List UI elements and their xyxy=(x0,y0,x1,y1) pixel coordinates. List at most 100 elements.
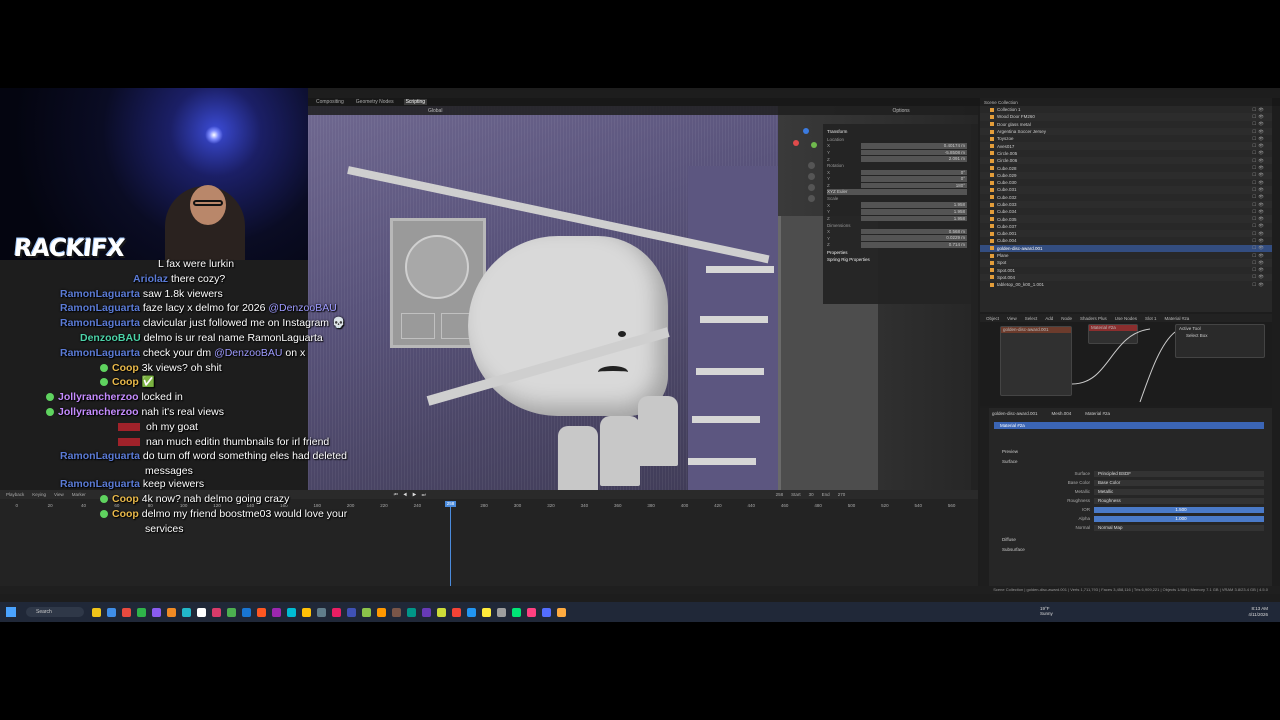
keying-menu[interactable]: Keying xyxy=(32,492,46,497)
location-x-field[interactable]: 0.40174 m xyxy=(861,143,967,149)
taskbar-app-icon[interactable] xyxy=(302,607,311,617)
visibility-icon[interactable]: ☐👁 xyxy=(1252,253,1272,259)
head-sculpture[interactable] xyxy=(468,236,668,416)
rotation-z-field[interactable]: 180° xyxy=(861,182,967,189)
start-frame-field[interactable]: 30 xyxy=(809,492,814,497)
windows-start-icon[interactable] xyxy=(6,607,16,617)
outliner-item[interactable]: Cube.029 ☐👁 xyxy=(980,171,1272,179)
visibility-icon[interactable]: ☐👁 xyxy=(1252,216,1272,222)
taskbar-app-icon[interactable] xyxy=(497,607,506,617)
playhead[interactable] xyxy=(450,501,451,586)
tab-scripting[interactable]: Scripting xyxy=(403,99,428,105)
visibility-icon[interactable]: ☐👁 xyxy=(1252,180,1272,186)
playhead-frame[interactable]: 258 xyxy=(445,501,456,507)
taskbar-app-icon[interactable] xyxy=(182,607,191,617)
shaders-plus-menu[interactable]: Shaders Plus xyxy=(1080,316,1107,321)
slot-select[interactable]: Slot 1 xyxy=(1145,316,1157,321)
visibility-icon[interactable]: ☐👁 xyxy=(1252,172,1272,178)
visibility-icon[interactable]: ☐👁 xyxy=(1252,209,1272,215)
select-box-tool[interactable]: Select Box xyxy=(1176,332,1264,339)
visibility-icon[interactable]: ☐👁 xyxy=(1252,107,1272,113)
preview-panel[interactable]: Preview xyxy=(994,448,1264,455)
scale-z-field[interactable]: 1.958 xyxy=(861,215,967,222)
transform-orientation[interactable]: Global xyxy=(428,108,442,114)
dimensions-x-field[interactable]: 0.568 m xyxy=(861,228,967,235)
taskbar-app-icon[interactable] xyxy=(152,607,161,617)
property-value[interactable]: Metallic xyxy=(1094,488,1264,495)
taskbar-app-icon[interactable] xyxy=(542,607,551,617)
taskbar-app-icon[interactable] xyxy=(167,607,176,617)
select-menu[interactable]: Select xyxy=(1025,316,1038,321)
sidebar-n-panel[interactable]: Transform Location X 0.40174 m Y -5.8508 m… xyxy=(823,124,971,304)
playback-menu[interactable]: Playback xyxy=(6,492,24,497)
taskbar-app-icon[interactable] xyxy=(122,607,131,617)
weather-widget[interactable]: 19°F Sunny xyxy=(1040,606,1053,616)
scale-y-field[interactable]: 1.958 xyxy=(861,209,967,215)
use-nodes-toggle[interactable]: Use Nodes xyxy=(1115,316,1137,321)
property-value[interactable]: 1.500 xyxy=(1094,506,1264,513)
outliner-item[interactable]: Plane ☐👁 xyxy=(980,252,1272,259)
outliner-item[interactable]: Spot.001 ☐👁 xyxy=(980,267,1272,274)
visibility-icon[interactable]: ☐👁 xyxy=(1252,129,1272,135)
taskbar-app-icon[interactable] xyxy=(92,607,101,617)
taskbar-app-icon[interactable] xyxy=(467,607,476,617)
properties-tabs[interactable] xyxy=(980,408,989,588)
taskbar-search[interactable]: Search xyxy=(26,607,84,617)
visibility-icon[interactable]: ☐👁 xyxy=(1252,282,1272,288)
outliner-item[interactable]: Cube.001 ☐👁 xyxy=(980,230,1272,238)
taskbar-app-icon[interactable] xyxy=(362,607,371,617)
visibility-icon[interactable]: ☐👁 xyxy=(1252,194,1272,200)
3d-viewport[interactable]: Global Options Transform Location X 0.401… xyxy=(308,106,978,490)
principled-node[interactable]: golden-disc-award.001 xyxy=(1000,326,1072,396)
location-z-field[interactable]: 2.091 m xyxy=(861,156,967,162)
visibility-icon[interactable]: ☐👁 xyxy=(1252,187,1272,193)
outliner-item[interactable]: Circle.005 ☐👁 xyxy=(980,150,1272,157)
visibility-icon[interactable]: ☐👁 xyxy=(1252,238,1272,244)
taskbar-app-icon[interactable] xyxy=(287,607,296,617)
rotation-mode-select[interactable]: XYZ Euler xyxy=(827,189,967,195)
outliner-item[interactable]: Cube.030 ☐👁 xyxy=(980,179,1272,186)
taskbar-app-icon[interactable] xyxy=(527,607,536,617)
visibility-icon[interactable]: ☐👁 xyxy=(1252,260,1272,266)
tab-geometry-nodes[interactable]: Geometry Nodes xyxy=(354,99,396,105)
dimensions-y-field[interactable]: 0.0229 m xyxy=(861,235,967,241)
outliner-item[interactable]: Cube.034 ☐👁 xyxy=(980,208,1272,215)
taskbar-app-icon[interactable] xyxy=(257,607,266,617)
outliner-item[interactable]: Cube.031 ☐👁 xyxy=(980,186,1272,194)
outliner-item[interactable]: tabletop_00_k00_1.001 ☐👁 xyxy=(980,281,1272,288)
outliner-item[interactable]: Cube.037 ☐👁 xyxy=(980,223,1272,230)
timeline[interactable]: Playback Keying View Marker ⏮ ◀ ▶ ⏭ 258 … xyxy=(0,490,978,586)
dimensions-z-field[interactable]: 0.714 m xyxy=(861,242,967,248)
property-value[interactable]: Roughness xyxy=(1094,497,1264,504)
outliner-item[interactable]: golden-disc-award.001 ☐👁 xyxy=(980,244,1272,252)
taskbar-app-icon[interactable] xyxy=(227,607,236,617)
outliner-item[interactable]: Toyszoe ☐👁 xyxy=(980,135,1272,142)
outliner[interactable]: Scene Collection Collection 1 ☐👁 Wood Door… xyxy=(980,98,1272,312)
taskbar-clock[interactable]: 8:13 AM 4/11/2026 xyxy=(1248,606,1268,618)
location-y-field[interactable]: -5.8508 m xyxy=(861,149,967,156)
taskbar-app-icon[interactable] xyxy=(482,607,491,617)
visibility-icon[interactable]: ☐👁 xyxy=(1252,150,1272,156)
node-menu[interactable]: Node xyxy=(1061,316,1072,321)
active-tool-panel[interactable]: Active Tool Select Box xyxy=(1175,324,1265,358)
taskbar-app-icon[interactable] xyxy=(557,607,566,617)
visibility-icon[interactable]: ☐👁 xyxy=(1252,158,1272,164)
outliner-item[interactable]: Cube.035 ☐👁 xyxy=(980,215,1272,223)
property-value[interactable]: Principled BSDF xyxy=(1094,470,1264,477)
view-menu[interactable]: View xyxy=(54,492,64,497)
current-frame-field[interactable]: 258 xyxy=(776,492,784,497)
outliner-item[interactable]: Spot ☐👁 xyxy=(980,259,1272,267)
rotation-y-field[interactable]: 0° xyxy=(861,176,967,182)
taskbar-app-icon[interactable] xyxy=(317,607,326,617)
scale-x-field[interactable]: 1.958 xyxy=(861,202,967,208)
taskbar-app-icon[interactable] xyxy=(332,607,341,617)
shader-node-editor[interactable]: Object View Select Add Node Shaders Plus… xyxy=(980,314,1272,406)
properties-section[interactable]: Properties xyxy=(827,250,967,255)
outliner-item[interactable]: Collection 1 ☐👁 xyxy=(980,106,1272,113)
outliner-item[interactable]: Door glass metal ☐👁 xyxy=(980,121,1272,128)
visibility-icon[interactable]: ☐👁 xyxy=(1252,267,1272,273)
spring-rig-section[interactable]: Spring Rig Properties xyxy=(827,257,967,262)
outliner-item[interactable]: Cube.004 ☐👁 xyxy=(980,237,1272,244)
options-menu[interactable]: Options xyxy=(892,108,909,114)
outliner-item[interactable]: Cube.033 ☐👁 xyxy=(980,200,1272,209)
